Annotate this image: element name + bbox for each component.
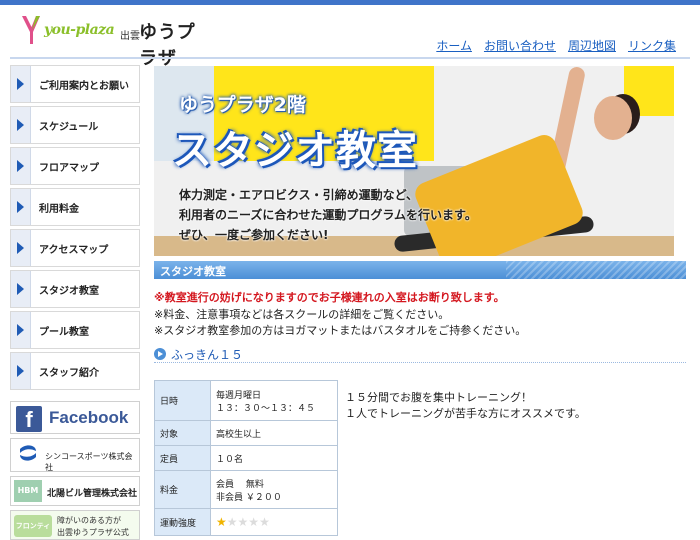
nav-link-links[interactable]: リンク集 [628, 37, 676, 54]
chevron-right-icon [11, 66, 31, 102]
sidebar-item-floor-map[interactable]: フロアマップ [10, 147, 140, 185]
sidebar-item-guide[interactable]: ご利用案内とお願い [10, 65, 140, 103]
hbm-label: 北陽ビル管理株式会社 [47, 489, 138, 499]
intensity-rating: ★★★★★ [210, 508, 338, 536]
shinko-label: シンコースポーツ株式会社 [45, 452, 133, 472]
frontier-logo-icon: フロンティア [14, 515, 52, 537]
schedule-day: 毎週月曜日 [216, 390, 262, 401]
facebook-label: Facebook [49, 408, 129, 427]
sidebar-item-fees[interactable]: 利用料金 [10, 188, 140, 226]
chevron-right-icon [11, 271, 31, 307]
hero-banner: ゆうプラザ2階 スタジオ教室 体力測定・エアロビクス・引締め運動など、 利用者の… [154, 66, 674, 256]
class-description-2: １人でトレーニングが苦手な方にオススメです。 [345, 407, 586, 420]
sidebar: ご利用案内とお願い スケジュール フロアマップ 利用料金 アクセスマップ スタジ… [10, 65, 140, 540]
section-title: スタジオ教室 [160, 265, 226, 278]
hero-person-head [594, 96, 632, 140]
table-row: 日時 毎週月曜日 １３：３０〜１３：４５ [154, 380, 338, 421]
chevron-right-icon [11, 312, 31, 348]
notice-mat: ※スタジオ教室参加の方はヨガマットまたはバスタオルをご持参ください。 [154, 324, 527, 337]
frontier-label-line1: 障がいのある方が [57, 516, 121, 525]
table-label: 日時 [154, 380, 211, 421]
class-description-1: １５分間でお腹を集中トレーニング！ [345, 391, 532, 404]
table-value: 高校生以上 [210, 420, 338, 446]
sidebar-item-label: プール教室 [39, 327, 89, 338]
facebook-banner[interactable]: f Facebook [10, 401, 140, 434]
star-empty-icon: ★ [237, 514, 249, 529]
hero-line-2: 利用者のニーズに合わせた運動プログラムを行います。 [179, 208, 477, 222]
hero-line-1: 体力測定・エアロビクス・引締め運動など、 [179, 188, 419, 202]
sidebar-item-label: ご利用案内とお願い [39, 81, 129, 92]
table-row: 対象 高校生以上 [154, 420, 338, 446]
sidebar-item-pool[interactable]: プール教室 [10, 311, 140, 349]
sidebar-item-access[interactable]: アクセスマップ [10, 229, 140, 267]
fee-member: 会員 無料 [216, 479, 264, 490]
star-empty-icon: ★ [248, 514, 260, 529]
sidebar-item-label: スタッフ紹介 [39, 368, 99, 379]
class-name: ふっきん１５ [171, 348, 244, 362]
chevron-right-icon [11, 107, 31, 143]
logo-mark-icon [22, 16, 40, 44]
frontier-label-line2: 出雲ゆうプラザ公式 [57, 528, 129, 537]
fee-nonmember: 非会員 ￥２００ [216, 492, 282, 503]
table-row: 定員 １０名 [154, 445, 338, 471]
frontier-banner[interactable]: フロンティア 障がいのある方が 出雲ゆうプラザ公式 [10, 510, 140, 540]
table-label: 対象 [154, 420, 211, 446]
hbm-logo-icon: HBM [14, 480, 42, 502]
sidebar-item-label: 利用料金 [39, 204, 79, 215]
hero-title: スタジオ教室 [172, 128, 418, 174]
nav-link-contact[interactable]: お問い合わせ [484, 37, 556, 54]
table-label: 料金 [154, 470, 211, 509]
chevron-right-icon [11, 353, 31, 389]
sidebar-item-studio[interactable]: スタジオ教室 [10, 270, 140, 308]
section-header: スタジオ教室 [154, 261, 686, 279]
facebook-icon: f [16, 406, 42, 432]
star-filled-icon: ★ [216, 514, 227, 529]
schedule-time: １３：３０〜１３：４５ [216, 403, 316, 414]
logo-brand-text: you-plaza [44, 22, 115, 38]
hero-line-3: ぜひ、一度ご参加ください! [179, 228, 329, 242]
site-logo[interactable]: you-plaza 出雲 ゆうプラザ [20, 14, 200, 69]
notice-warning: ※教室進行の妨げになりますのでお子様連れの入室はお断り致します。 [154, 291, 505, 304]
class-heading: ふっきん１５ [154, 345, 686, 363]
hero-subtitle: ゆうプラザ2階 [179, 94, 306, 116]
shinko-logo-icon [20, 445, 36, 461]
star-empty-icon: ★ [259, 514, 270, 529]
shinko-sports-banner[interactable]: シンコースポーツ株式会社 [10, 438, 140, 472]
table-value: 毎週月曜日 １３：３０〜１３：４５ [210, 380, 338, 421]
sidebar-item-schedule[interactable]: スケジュール [10, 106, 140, 144]
table-label: 定員 [154, 445, 211, 471]
top-navigation: ホーム お問い合わせ 周辺地図 リンク集 [436, 37, 676, 54]
hbm-banner[interactable]: HBM 北陽ビル管理株式会社 [10, 476, 140, 506]
chevron-right-icon [11, 189, 31, 225]
star-empty-icon: ★ [226, 514, 238, 529]
chevron-right-icon [11, 230, 31, 266]
table-row: 料金 会員 無料 非会員 ￥２００ [154, 470, 338, 509]
sidebar-item-staff[interactable]: スタッフ紹介 [10, 352, 140, 390]
nav-link-map[interactable]: 周辺地図 [568, 37, 616, 54]
nav-link-home[interactable]: ホーム [436, 37, 472, 54]
table-label: 運動強度 [154, 508, 211, 536]
sidebar-item-label: アクセスマップ [39, 245, 109, 256]
logo-city-text: 出雲 [120, 31, 140, 42]
logo-name-text: ゆうプラザ [139, 22, 196, 69]
sidebar-item-label: スケジュール [39, 122, 99, 133]
play-circle-icon [154, 348, 166, 360]
sidebar-item-label: フロアマップ [39, 163, 99, 174]
table-value: 会員 無料 非会員 ￥２００ [210, 470, 338, 509]
class-info-table: 日時 毎週月曜日 １３：３０〜１３：４５ 対象 高校生以上 定員 １０名 料金 … [154, 380, 338, 536]
table-row: 運動強度 ★★★★★ [154, 508, 338, 536]
notice-fees: ※料金、注意事項などは各スクールの詳細をご覧ください。 [154, 308, 450, 321]
table-value: １０名 [210, 445, 338, 471]
chevron-right-icon [11, 148, 31, 184]
top-accent-bar [0, 0, 700, 5]
header-divider [10, 57, 690, 59]
sidebar-item-label: スタジオ教室 [39, 286, 99, 297]
